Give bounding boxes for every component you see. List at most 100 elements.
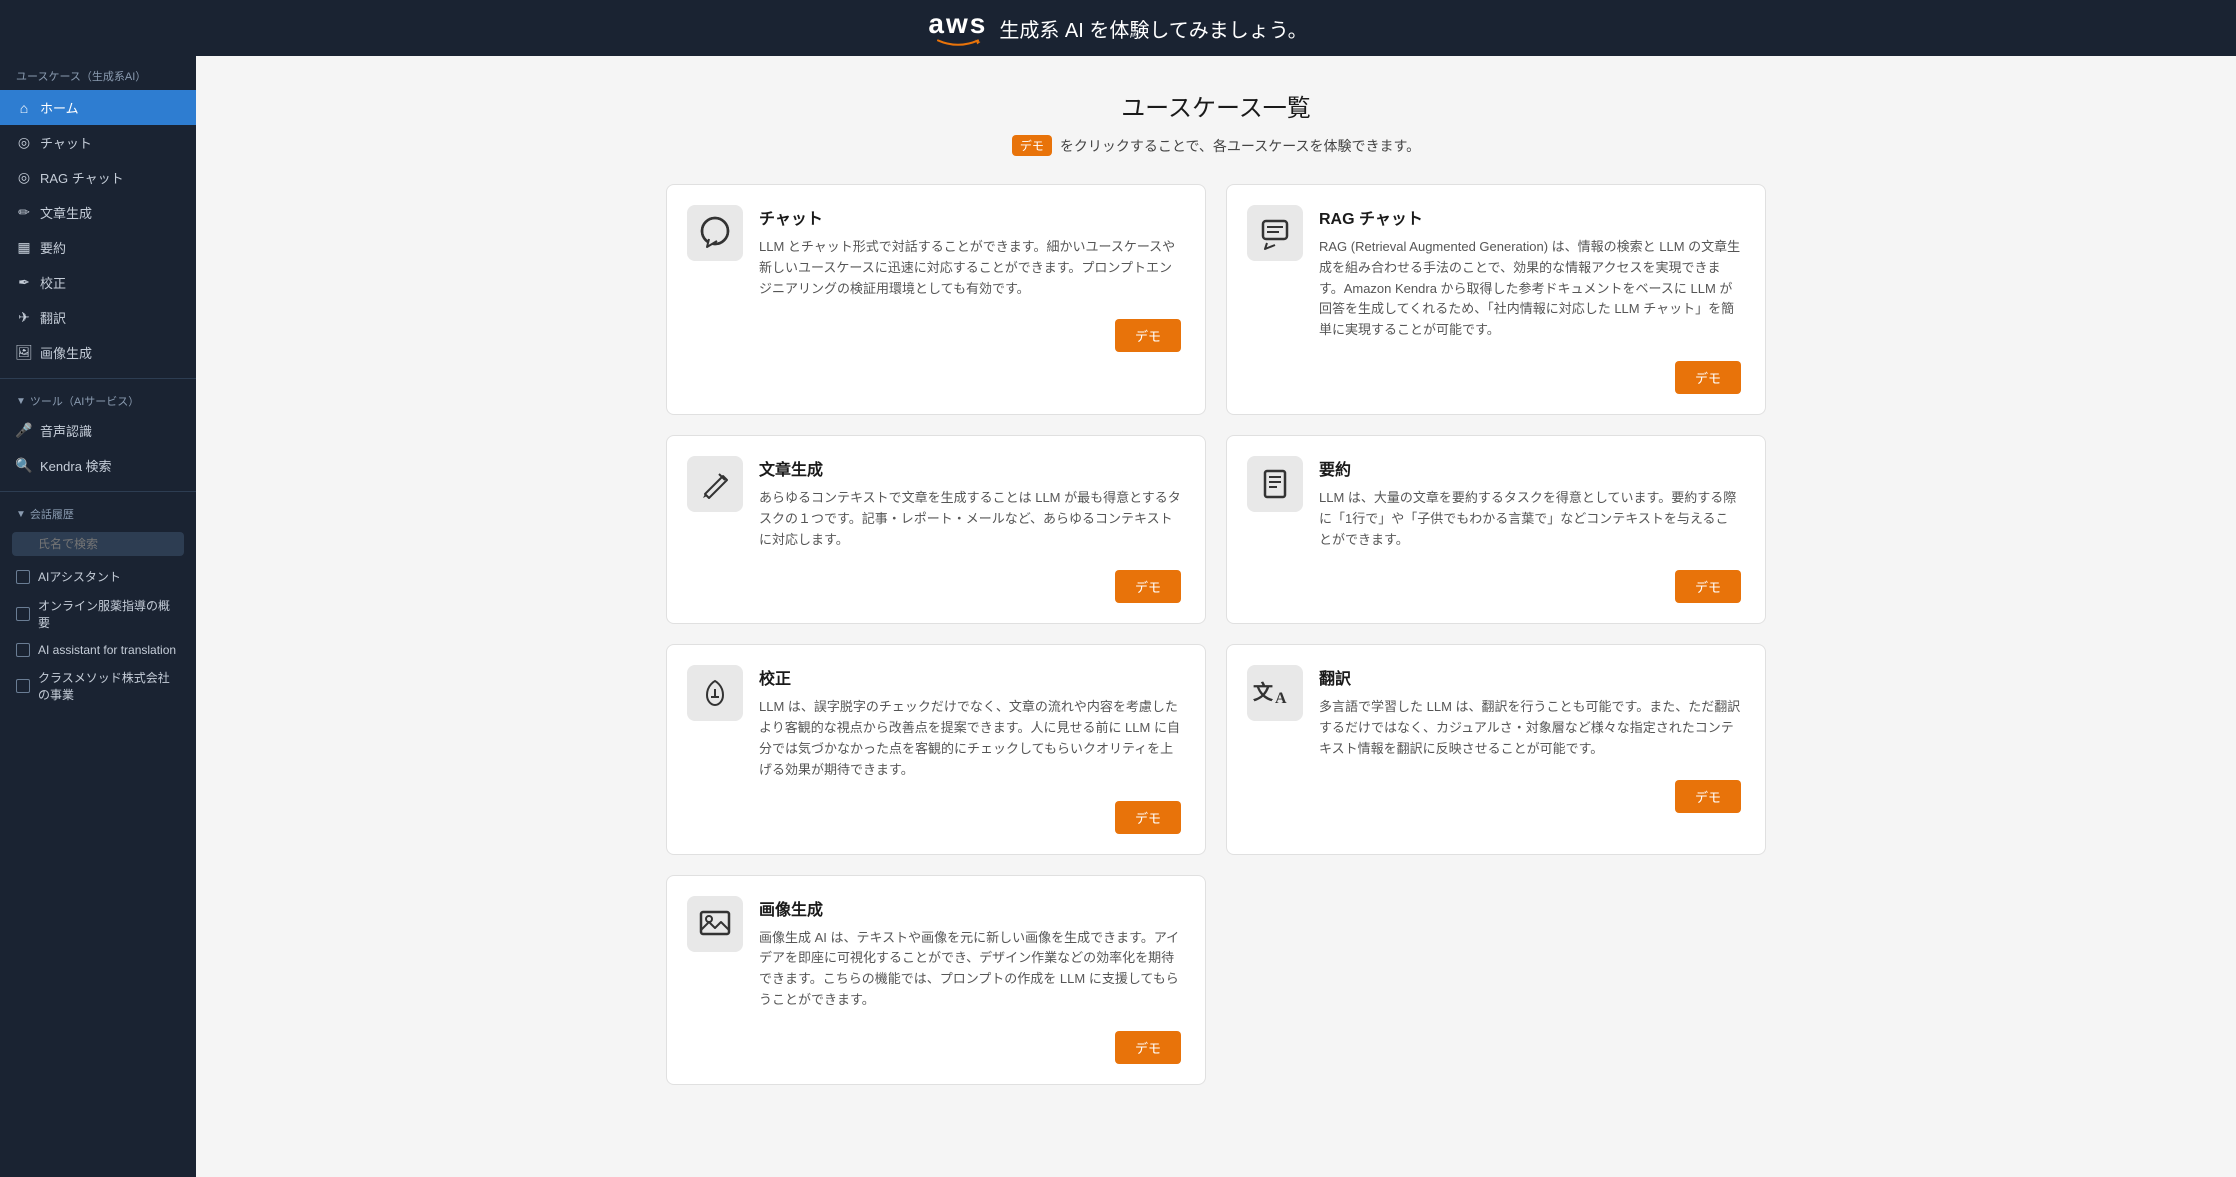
sidebar-section-title: ユースケース（生成系AI）	[0, 56, 196, 90]
sidebar-item-translate[interactable]: ✈ 翻訳	[0, 300, 196, 335]
card-translate-icon: 文 A	[1247, 665, 1303, 721]
sidebar: ユースケース（生成系AI） ⌂ ホーム ◎ チャット ◎ RAG チャット ✏ …	[0, 56, 196, 1177]
svg-text:A: A	[1275, 690, 1287, 707]
sidebar-divider-1	[0, 378, 196, 379]
card-translate-footer: デモ	[1247, 780, 1741, 813]
summary-icon: ▦	[16, 240, 32, 256]
sidebar-item-image-gen[interactable]: 🖼 画像生成	[0, 335, 196, 370]
app-body: ユースケース（生成系AI） ⌂ ホーム ◎ チャット ◎ RAG チャット ✏ …	[0, 56, 2236, 1177]
sidebar-item-text-gen[interactable]: ✏ 文章生成	[0, 195, 196, 230]
card-image-gen-footer: デモ	[687, 1031, 1181, 1064]
card-rag-chat-demo-btn[interactable]: デモ	[1675, 361, 1741, 394]
card-text-gen-desc: あらゆるコンテキストで文章を生成することは LLM が最も得意とするタスクの１つ…	[759, 488, 1181, 550]
card-rag-chat-footer: デモ	[1247, 361, 1741, 394]
card-chat-desc: LLM とチャット形式で対話することができます。細かいユースケースや新しいユース…	[759, 237, 1181, 299]
rag-chat-icon: ◎	[16, 170, 32, 186]
sidebar-item-home[interactable]: ⌂ ホーム	[0, 90, 196, 125]
sidebar-item-rag-chat[interactable]: ◎ RAG チャット	[0, 160, 196, 195]
card-image-gen-title: 画像生成	[759, 896, 1181, 920]
card-text-gen-header: 文章生成 あらゆるコンテキストで文章を生成することは LLM が最も得意とするタ…	[687, 456, 1181, 550]
card-image-gen-icon	[687, 896, 743, 952]
tools-arrow-icon: ▼	[16, 396, 26, 407]
card-summary-title: 要約	[1319, 456, 1741, 480]
card-chat-demo-btn[interactable]: デモ	[1115, 319, 1181, 352]
sidebar-item-summary-label: 要約	[40, 238, 66, 257]
history-checkbox-1	[16, 570, 30, 584]
card-proofread-icon	[687, 665, 743, 721]
card-text-gen-demo-btn[interactable]: デモ	[1115, 570, 1181, 603]
card-translate: 文 A 翻訳 多言語で学習した LLM は、翻訳を行うことも可能です。また、ただ…	[1226, 644, 1766, 854]
card-image-gen-header: 画像生成 画像生成 AI は、テキストや画像を元に新しい画像を生成できます。アイ…	[687, 896, 1181, 1011]
card-summary-demo-btn[interactable]: デモ	[1675, 570, 1741, 603]
history-checkbox-4	[16, 679, 30, 693]
text-gen-icon: ✏	[16, 205, 32, 221]
card-rag-chat-icon	[1247, 205, 1303, 261]
card-chat-icon	[687, 205, 743, 261]
history-item-4[interactable]: クラスメソッド株式会社の事業	[0, 663, 196, 709]
card-translate-header: 文 A 翻訳 多言語で学習した LLM は、翻訳を行うことも可能です。また、ただ…	[1247, 665, 1741, 759]
history-item-2[interactable]: オンライン服薬指導の概要	[0, 591, 196, 637]
header-content: aws 生成系 AI を体験してみましょう。	[928, 10, 1307, 46]
page-subtitle: デモ をクリックすることで、各ユースケースを体験できます。	[236, 135, 2196, 156]
page-title: ユースケース一覧	[236, 88, 2196, 123]
card-summary-body: 要約 LLM は、大量の文章を要約するタスクを得意としています。要約する際に「1…	[1319, 456, 1741, 550]
aws-smile-icon	[934, 38, 982, 46]
card-rag-chat: RAG チャット RAG (Retrieval Augmented Genera…	[1226, 184, 1766, 415]
sidebar-item-speech[interactable]: 🎤 音声認識	[0, 413, 196, 448]
card-image-gen-demo-btn[interactable]: デモ	[1115, 1031, 1181, 1064]
sidebar-item-chat-label: チャット	[40, 133, 92, 152]
sidebar-item-summary[interactable]: ▦ 要約	[0, 230, 196, 265]
tools-section-title: ▼ ツール（AIサービス）	[0, 387, 196, 413]
chat-icon: ◎	[16, 135, 32, 151]
aws-logo: aws	[928, 10, 987, 46]
card-proofread-demo-btn[interactable]: デモ	[1115, 801, 1181, 834]
sidebar-item-translate-label: 翻訳	[40, 308, 66, 327]
card-proofread-footer: デモ	[687, 801, 1181, 834]
card-text-gen-title: 文章生成	[759, 456, 1181, 480]
card-chat-footer: デモ	[687, 319, 1181, 352]
sidebar-item-kendra[interactable]: 🔍 Kendra 検索	[0, 448, 196, 483]
image-gen-icon: 🖼	[16, 345, 32, 361]
card-rag-chat-title: RAG チャット	[1319, 205, 1741, 229]
history-item-3[interactable]: AI assistant for translation	[0, 637, 196, 663]
sidebar-item-chat[interactable]: ◎ チャット	[0, 125, 196, 160]
card-proofread-header: 校正 LLM は、誤字脱字のチェックだけでなく、文章の流れや内容を考慮したより客…	[687, 665, 1181, 780]
aws-text: aws	[928, 10, 987, 38]
card-rag-chat-desc: RAG (Retrieval Augmented Generation) は、情…	[1319, 237, 1741, 341]
card-chat-body: チャット LLM とチャット形式で対話することができます。細かいユースケースや新…	[759, 205, 1181, 299]
sidebar-item-home-label: ホーム	[40, 98, 79, 117]
history-item-1[interactable]: AIアシスタント	[0, 562, 196, 591]
card-image-gen-desc: 画像生成 AI は、テキストや画像を元に新しい画像を生成できます。アイデアを即座…	[759, 928, 1181, 1011]
card-image-gen-body: 画像生成 画像生成 AI は、テキストや画像を元に新しい画像を生成できます。アイ…	[759, 896, 1181, 1011]
history-arrow-icon: ▼	[16, 509, 26, 520]
search-wrapper: 🔍	[12, 532, 184, 556]
sidebar-item-proofread[interactable]: ✒ 校正	[0, 265, 196, 300]
speech-icon: 🎤	[16, 423, 32, 439]
card-summary-header: 要約 LLM は、大量の文章を要約するタスクを得意としています。要約する際に「1…	[1247, 456, 1741, 550]
card-text-gen-body: 文章生成 あらゆるコンテキストで文章を生成することは LLM が最も得意とするタ…	[759, 456, 1181, 550]
header-title: 生成系 AI を体験してみましょう。	[999, 14, 1307, 43]
search-input[interactable]	[12, 532, 184, 556]
card-summary-footer: デモ	[1247, 570, 1741, 603]
card-rag-chat-body: RAG チャット RAG (Retrieval Augmented Genera…	[1319, 205, 1741, 341]
history-section-title: ▼ 会話履歴	[0, 500, 196, 526]
history-checkbox-3	[16, 643, 30, 657]
card-text-gen-icon	[687, 456, 743, 512]
card-proofread-body: 校正 LLM は、誤字脱字のチェックだけでなく、文章の流れや内容を考慮したより客…	[759, 665, 1181, 780]
sidebar-item-kendra-label: Kendra 検索	[40, 456, 112, 475]
history-checkbox-2	[16, 607, 30, 621]
card-translate-body: 翻訳 多言語で学習した LLM は、翻訳を行うことも可能です。また、ただ翻訳する…	[1319, 665, 1741, 759]
sidebar-item-text-gen-label: 文章生成	[40, 203, 92, 222]
sidebar-item-rag-chat-label: RAG チャット	[40, 168, 124, 187]
card-chat: チャット LLM とチャット形式で対話することができます。細かいユースケースや新…	[666, 184, 1206, 415]
card-summary: 要約 LLM は、大量の文章を要約するタスクを得意としています。要約する際に「1…	[1226, 435, 1766, 624]
card-image-gen: 画像生成 画像生成 AI は、テキストや画像を元に新しい画像を生成できます。アイ…	[666, 875, 1206, 1085]
card-chat-header: チャット LLM とチャット形式で対話することができます。細かいユースケースや新…	[687, 205, 1181, 299]
card-summary-desc: LLM は、大量の文章を要約するタスクを得意としています。要約する際に「1行で」…	[1319, 488, 1741, 550]
translate-icon: ✈	[16, 310, 32, 326]
main-content: ユースケース一覧 デモ をクリックすることで、各ユースケースを体験できます。	[196, 56, 2236, 1177]
card-proofread-desc: LLM は、誤字脱字のチェックだけでなく、文章の流れや内容を考慮したより客観的な…	[759, 697, 1181, 780]
card-translate-demo-btn[interactable]: デモ	[1675, 780, 1741, 813]
subtitle-text: をクリックすることで、各ユースケースを体験できます。	[1060, 136, 1420, 156]
svg-text:文: 文	[1253, 680, 1274, 704]
